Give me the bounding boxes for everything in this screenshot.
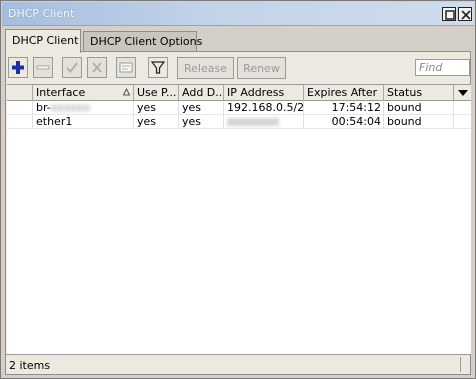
interface-cell: br-xxxxxx	[33, 101, 134, 115]
ip-address-cell	[224, 115, 304, 129]
column-header-use-peer-dns[interactable]: Use P...	[134, 85, 179, 101]
sort-ascending-icon	[123, 88, 130, 96]
expires-after-cell: 17:54:12	[304, 101, 384, 115]
x-icon	[92, 62, 102, 73]
table-row[interactable]: ether1 yes yes 00:54:04 bound	[7, 115, 471, 129]
add-default-route-cell: yes	[179, 101, 224, 115]
renew-button[interactable]: Renew	[237, 57, 286, 79]
plus-icon	[12, 61, 24, 74]
flags-cell	[7, 115, 33, 129]
column-header-status[interactable]: Status	[384, 85, 454, 101]
column-header-expires-after[interactable]: Expires After	[304, 85, 384, 101]
title-bar[interactable]: DHCP Client	[2, 2, 474, 26]
close-icon	[461, 10, 471, 20]
column-header-flags[interactable]	[7, 85, 33, 101]
table-header: Interface Use P... Add D... IP Address E…	[7, 85, 471, 101]
add-button[interactable]	[8, 57, 28, 78]
column-header-add-default-route[interactable]: Add D...	[179, 85, 224, 101]
column-header-label: Interface	[36, 86, 86, 99]
caret-down-icon	[458, 90, 468, 96]
column-chooser-button[interactable]	[454, 85, 471, 101]
table-row[interactable]: br-xxxxxx yes yes 192.168.0.5/23 17:54:1…	[7, 101, 471, 115]
window-title: DHCP Client	[8, 7, 75, 20]
status-divider	[460, 357, 461, 372]
expires-after-cell: 00:54:04	[304, 115, 384, 129]
interface-cell: ether1	[33, 115, 134, 129]
release-button[interactable]: Release	[177, 57, 234, 79]
redacted-ip-address	[227, 118, 279, 126]
status-bar: 2 items	[6, 354, 470, 374]
use-peer-dns-cell: yes	[134, 101, 179, 115]
restore-button[interactable]	[442, 7, 456, 21]
dhcp-client-window: DHCP Client DHCP Client DHCP Client Opti…	[0, 0, 476, 379]
remove-button[interactable]	[33, 57, 53, 78]
status-cell: bound	[384, 101, 454, 115]
check-icon	[66, 62, 78, 74]
filter-icon	[151, 61, 165, 74]
enable-button[interactable]	[62, 57, 82, 78]
column-header-interface[interactable]: Interface	[33, 85, 134, 101]
filter-button[interactable]	[148, 57, 168, 78]
disable-button[interactable]	[87, 57, 107, 78]
tab-panel: Release Renew Find Interface Use P... Ad…	[5, 51, 471, 375]
redacted-text: xxxxxx	[50, 101, 90, 114]
tab-dhcp-client-options[interactable]: DHCP Client Options	[83, 31, 202, 51]
status-cell: bound	[384, 115, 454, 129]
column-header-ip-address[interactable]: IP Address	[224, 85, 304, 101]
minus-icon	[36, 65, 50, 70]
add-default-route-cell: yes	[179, 115, 224, 129]
restore-icon	[445, 10, 455, 20]
comment-icon	[119, 62, 133, 73]
dhcp-client-table: Interface Use P... Add D... IP Address E…	[7, 84, 471, 354]
tab-dhcp-client[interactable]: DHCP Client	[5, 29, 81, 53]
interface-value: br-	[36, 101, 51, 114]
ip-address-cell: 192.168.0.5/23	[224, 101, 304, 115]
item-count: 2 items	[9, 359, 51, 372]
find-input[interactable]: Find	[415, 59, 470, 76]
use-peer-dns-cell: yes	[134, 115, 179, 129]
toolbar: Release Renew Find	[6, 56, 470, 82]
comment-button[interactable]	[116, 57, 136, 78]
flags-cell	[7, 101, 33, 115]
close-button[interactable]	[458, 7, 472, 21]
